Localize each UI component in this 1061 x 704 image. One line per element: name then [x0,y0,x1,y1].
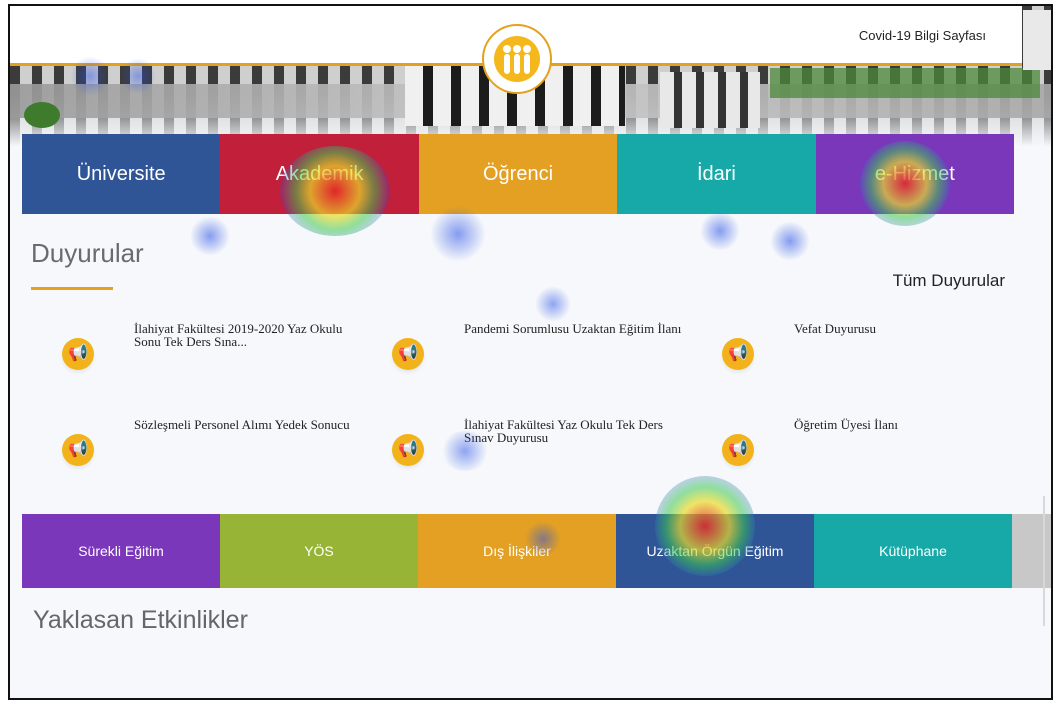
top-right-edge [1023,10,1051,70]
upcoming-events-title: Yaklasan Etkinlikler [33,606,248,634]
megaphone-icon: 📢 [62,338,94,370]
announcements-title: Duyurular [31,238,144,268]
heatmap-spot [700,211,740,251]
heatmap-spot [430,206,486,262]
university-logo[interactable] [482,24,552,94]
title-underline [31,287,113,290]
heatmap-spot [190,216,230,256]
nav-akademik[interactable]: Akademik [220,134,419,214]
nav-uzaktan-orgun-egitim[interactable]: Uzaktan Örgün Eğitim [616,514,814,588]
announcement-text: Pandemi Sorumlusu Uzaktan Eğitim İlanı [464,321,682,336]
announcement-item[interactable]: 📢 Pandemi Sorumlusu Uzaktan Eğitim İlanı [392,322,684,370]
scroll-indicator [1043,496,1045,626]
main-nav: Üniversite Akademik Öğrenci İdari e-Hizm… [22,134,1015,214]
megaphone-icon: 📢 [722,338,754,370]
announcement-item[interactable]: 📢 İlahiyat Fakültesi Yaz Okulu Tek Ders … [392,418,684,466]
announcement-item[interactable]: 📢 Öğretim Üyesi İlanı [722,418,1014,466]
nav-universite[interactable]: Üniversite [22,134,221,214]
nav-dis-iliskiler[interactable]: Dış İlişkiler [418,514,616,588]
nav-e-hizmet[interactable]: e-Hizmet [815,134,1015,214]
announcement-text: Öğretim Üyesi İlanı [794,417,898,432]
megaphone-icon: 📢 [62,434,94,466]
logo-icon [494,36,540,82]
announcement-item[interactable]: 📢 İlahiyat Fakültesi 2019-2020 Yaz Okulu… [62,322,354,370]
nav-idari[interactable]: İdari [617,134,816,214]
announcement-text: Sözleşmeli Personel Alımı Yedek Sonucu [134,417,350,432]
megaphone-icon: 📢 [392,434,424,466]
megaphone-icon: 📢 [392,338,424,370]
nav-kutuphane[interactable]: Kütüphane [814,514,1012,588]
bottom-nav: Sürekli Eğitim YÖS Dış İlişkiler Uzaktan… [22,514,1051,588]
heatmap-spot [770,221,810,261]
nav-edge [1012,514,1051,588]
nav-surekli-egitim[interactable]: Sürekli Eğitim [22,514,220,588]
nav-yos[interactable]: YÖS [220,514,418,588]
all-announcements-link[interactable]: Tüm Duyurular [893,271,1005,291]
megaphone-icon: 📢 [722,434,754,466]
announcement-text: İlahiyat Fakültesi Yaz Okulu Tek Ders Sı… [464,417,663,445]
announcement-text: İlahiyat Fakültesi 2019-2020 Yaz Okulu S… [134,321,343,349]
nav-ogrenci[interactable]: Öğrenci [418,134,618,214]
heatmap-spot [535,286,571,322]
announcement-text: Vefat Duyurusu [794,321,876,336]
announcement-item[interactable]: 📢 Sözleşmeli Personel Alımı Yedek Sonucu [62,418,354,466]
announcement-item[interactable]: 📢 Vefat Duyurusu [722,322,1014,370]
page-frame: Covid-19 Bilgi Sayfası Üniversite Akadem… [8,4,1053,700]
covid-info-link[interactable]: Covid-19 Bilgi Sayfası [859,28,986,43]
